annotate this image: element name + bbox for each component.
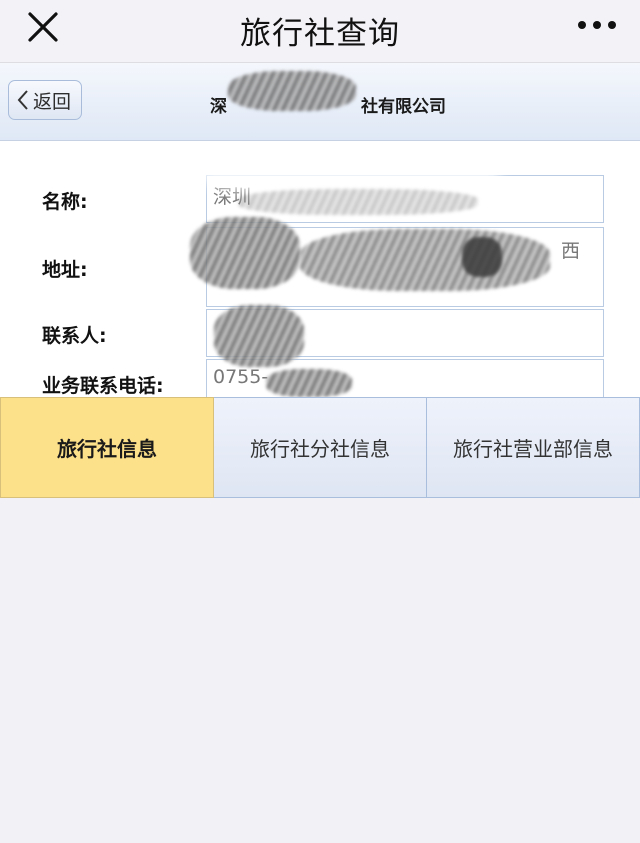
tab-branch-info[interactable]: 旅行社分社信息 — [214, 397, 427, 498]
back-button[interactable]: 返回 — [8, 80, 82, 120]
sub-header: 返回 深 社有限公司 — [0, 63, 640, 141]
tab-sales-office-info[interactable]: 旅行社营业部信息 — [427, 397, 640, 498]
company-title-suffix: 社有限公司 — [361, 97, 446, 117]
redaction-scribble — [300, 229, 550, 291]
agency-tabs: 旅行社信息 旅行社分社信息 旅行社营业部信息 — [0, 397, 640, 498]
redaction-scribble — [266, 369, 352, 397]
company-title-prefix: 深 — [210, 97, 227, 117]
more-icon[interactable] — [576, 17, 618, 33]
redaction-scribble — [462, 237, 502, 277]
redaction-scribble — [190, 217, 300, 289]
info-label: 名称: — [42, 191, 88, 213]
info-label: 联系人: — [42, 325, 107, 347]
redaction-scribble — [214, 305, 304, 367]
back-button-label: 返回 — [33, 90, 72, 113]
agency-info-panel: 名称: 深圳 地址: 西 联系人: 业务联系电话: 0755- — [0, 141, 640, 397]
redaction-scribble — [238, 189, 478, 215]
redaction-wash — [200, 141, 500, 195]
top-navigation-bar: 旅行社查询 — [0, 0, 640, 63]
tab-agency-info[interactable]: 旅行社信息 — [0, 397, 214, 498]
info-label: 地址: — [42, 259, 88, 281]
redaction-scribble — [228, 71, 356, 111]
chevron-left-icon — [17, 90, 28, 110]
page-title: 旅行社查询 — [240, 16, 400, 52]
info-label: 业务联系电话: — [42, 375, 164, 397]
